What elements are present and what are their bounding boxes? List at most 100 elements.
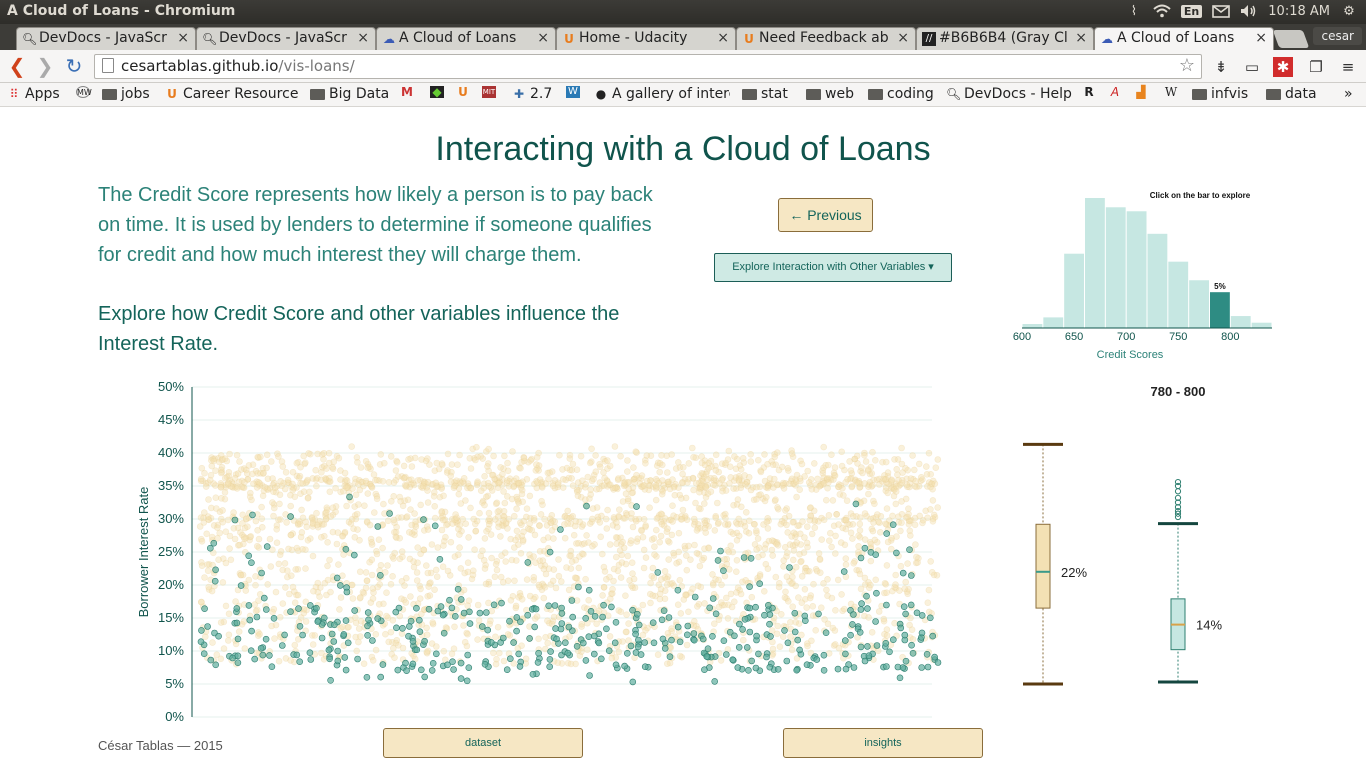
histogram-bar[interactable]: [1064, 253, 1084, 328]
bookmark-ai[interactable]: A: [1108, 86, 1122, 98]
bookmark-jobs[interactable]: jobs: [102, 86, 150, 102]
tab-udacity-feedback[interactable]: U Need Feedback ab ×: [736, 27, 916, 50]
scatter-point: [837, 539, 845, 546]
address-bar[interactable]: cesartablas.github.io/vis-loans/ ☆: [94, 54, 1202, 79]
scatter-point: [568, 475, 575, 482]
scatter-point: [538, 484, 546, 491]
bookmark-web[interactable]: web: [806, 86, 854, 102]
scatter-point: [809, 603, 817, 610]
histogram-bar[interactable]: [1230, 316, 1251, 328]
reload-button[interactable]: ↻: [63, 55, 85, 77]
scatter-point: [634, 535, 642, 542]
histogram-bar[interactable]: [1105, 207, 1126, 328]
histogram-bar[interactable]: [1043, 317, 1064, 328]
scatter-point: [556, 451, 563, 459]
bookmark-gmail[interactable]: M: [400, 86, 414, 98]
tab-colorhexa[interactable]: // #B6B6B4 (Gray Clo ×: [916, 27, 1094, 50]
profile-button[interactable]: cesar: [1313, 27, 1362, 45]
mail-icon[interactable]: [1212, 3, 1231, 19]
clock[interactable]: 10:18 AM: [1268, 4, 1330, 19]
histogram-bar[interactable]: [1189, 280, 1209, 328]
scatter-point: [481, 473, 488, 480]
scatter-point-selected: [413, 646, 421, 654]
previous-button[interactable]: ← Previous: [778, 198, 873, 232]
scatter-point-selected: [635, 636, 642, 644]
bookmark-stat[interactable]: stat: [742, 86, 788, 102]
bookmark-bigdata[interactable]: Big Data: [310, 86, 389, 102]
scatter-point: [593, 620, 600, 628]
bookmark-wordpress[interactable]: W: [566, 86, 580, 98]
bookmark-infvis[interactable]: infvis: [1192, 86, 1248, 102]
close-icon[interactable]: ×: [1075, 30, 1087, 46]
volume-icon[interactable]: [1240, 3, 1258, 19]
histogram-bar[interactable]: [1168, 261, 1189, 328]
cast-icon[interactable]: ▭: [1242, 57, 1262, 77]
extension-icon-2[interactable]: ✱: [1273, 57, 1293, 77]
close-icon[interactable]: ×: [177, 30, 189, 46]
settings-gear-icon[interactable]: ⚙: [1340, 3, 1358, 19]
bookmark-python[interactable]: ✚ 2.7: [512, 86, 552, 102]
histogram-bar[interactable]: [1147, 233, 1168, 328]
histogram-bar[interactable]: [1251, 322, 1272, 328]
bookmark-devdocs[interactable]: 🔍︎ DevDocs - Help: [946, 86, 1072, 102]
scatter-point: [501, 549, 509, 556]
paperclip-icon[interactable]: ⌇: [1125, 3, 1143, 19]
tab-udacity-home[interactable]: U Home - Udacity ×: [556, 27, 736, 50]
extension-icon-3[interactable]: ❐: [1306, 57, 1326, 77]
close-icon[interactable]: ×: [1255, 30, 1267, 46]
tab-cloud-of-loans-active[interactable]: ☁ A Cloud of Loans ×: [1094, 27, 1274, 50]
bookmark-mitocw[interactable]: MIT: [482, 86, 496, 98]
new-tab-button[interactable]: [1272, 30, 1310, 48]
scatter-point: [241, 645, 249, 652]
scatter-point-selected: [457, 659, 465, 667]
back-button[interactable]: ❮: [6, 55, 28, 77]
bookmark-apps[interactable]: ⠿ Apps: [7, 86, 60, 102]
tab-devdocs-1[interactable]: 🔍︎ DevDocs - JavaScr ×: [16, 27, 196, 50]
bookmark-career[interactable]: U Career Resource: [165, 86, 298, 102]
scatter-point: [604, 457, 611, 464]
bookmarks-overflow[interactable]: »: [1344, 86, 1353, 102]
scatter-point: [426, 592, 434, 599]
bookmark-star-icon[interactable]: ☆: [1179, 55, 1195, 76]
bookmark-evernote[interactable]: ◆: [430, 86, 444, 98]
bookmark-wikipedia[interactable]: W: [1164, 86, 1178, 98]
scatter-point: [909, 452, 916, 459]
extension-icon-1[interactable]: ⇟: [1211, 57, 1231, 77]
keyboard-language-indicator[interactable]: En: [1180, 4, 1203, 18]
close-icon[interactable]: ×: [537, 30, 549, 46]
forward-button[interactable]: ❯: [34, 55, 56, 77]
tab-devdocs-2[interactable]: 🔍︎ DevDocs - JavaScr ×: [196, 27, 376, 50]
histogram-bar[interactable]: [1210, 292, 1230, 328]
scatter-point: [582, 480, 590, 488]
histogram-bar[interactable]: [1022, 324, 1043, 328]
bookmark-mw[interactable]: MW: [76, 86, 92, 98]
bookmark-gallery[interactable]: ● A gallery of intere: [594, 86, 730, 102]
close-icon[interactable]: ×: [897, 30, 909, 46]
explore-variables-dropdown[interactable]: Explore Interaction with Other Variables…: [714, 253, 952, 282]
close-icon[interactable]: ×: [357, 30, 369, 46]
dataset-button[interactable]: dataset: [383, 728, 583, 758]
bookmark-data[interactable]: data: [1266, 86, 1317, 102]
close-icon[interactable]: ×: [717, 30, 729, 46]
gmail-icon: M: [401, 85, 413, 99]
scatter-point-selected: [293, 651, 301, 659]
wifi-icon[interactable]: [1153, 3, 1171, 19]
menu-icon[interactable]: ≡: [1338, 57, 1358, 77]
scatter-point: [701, 461, 709, 469]
bookmark-chart[interactable]: ▟: [1134, 86, 1148, 98]
tab-cloud-of-loans-1[interactable]: ☁ A Cloud of Loans ×: [376, 27, 556, 50]
scatter-point-selected: [913, 609, 921, 617]
scatter-point: [871, 457, 879, 464]
scatter-point: [777, 611, 785, 618]
scatter-point: [400, 462, 408, 470]
folder-icon: [102, 88, 117, 100]
insights-button[interactable]: insights: [783, 728, 983, 758]
histogram-bar[interactable]: [1126, 211, 1147, 328]
histogram-bar[interactable]: [1085, 198, 1105, 328]
bookmark-r[interactable]: R: [1082, 86, 1096, 98]
scatter-point: [916, 512, 924, 520]
bookmark-coding[interactable]: coding: [868, 86, 934, 102]
scatter-point-selected: [629, 678, 637, 686]
scatter-point: [609, 585, 616, 593]
bookmark-udacity[interactable]: U: [456, 86, 470, 98]
